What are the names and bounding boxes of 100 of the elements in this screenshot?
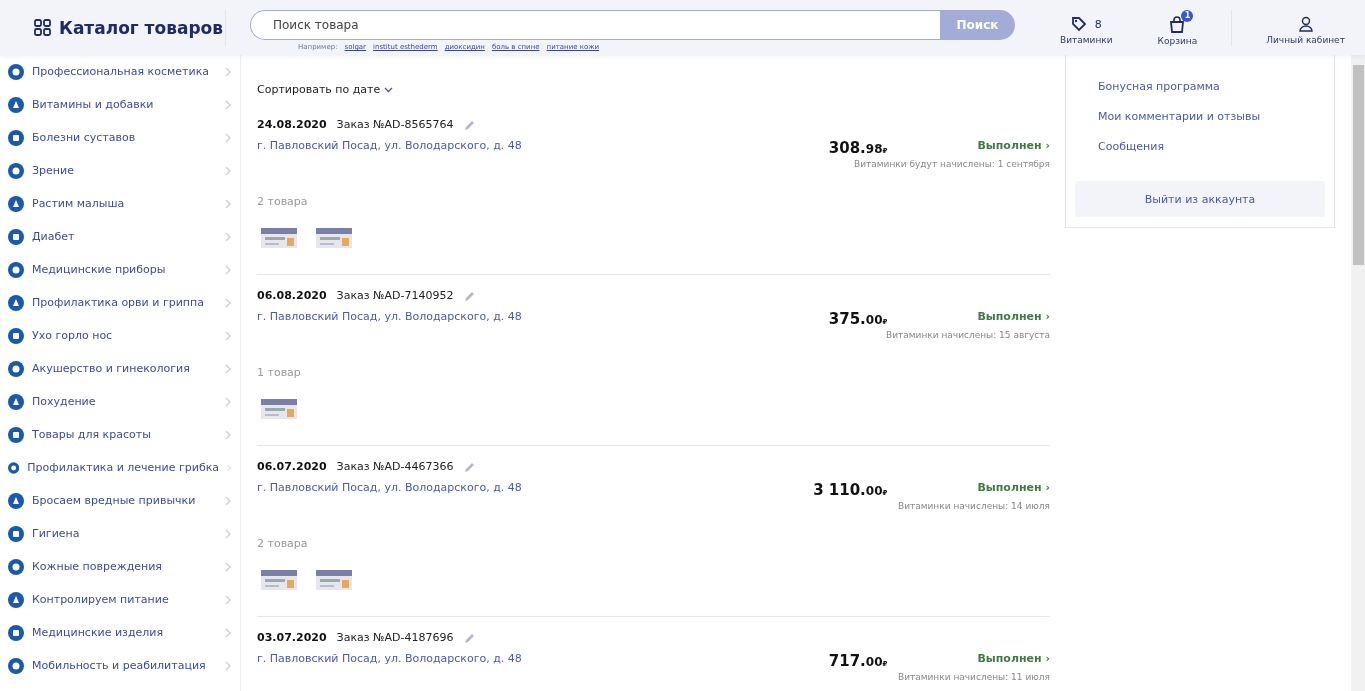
item-count: 2 товара — [257, 195, 309, 208]
category-link[interactable]: Профессиональная косметика — [0, 55, 240, 88]
category-link[interactable]: Болезни суставов — [0, 121, 240, 154]
category-link[interactable]: Витамины и добавки — [0, 88, 240, 121]
delivery-address[interactable]: г. Павловский Посад, ул. Володарского, д. 48 — [257, 652, 829, 682]
bag-icon — [1169, 15, 1186, 33]
category-link[interactable]: Мобильность и реабилитация — [0, 649, 240, 682]
menu-link[interactable]: Сообщения — [1075, 131, 1325, 161]
delivery-address[interactable]: г. Павловский Посад, ул. Володарского, д. 48 — [257, 139, 829, 169]
account-button[interactable]: Личный кабинет — [1266, 10, 1345, 45]
chevron-icon — [225, 297, 232, 308]
round-badge-icon — [8, 558, 24, 575]
status-link[interactable]: Выполнен › — [977, 139, 1050, 152]
order-date: 06.07.2020 — [257, 460, 327, 473]
category-link[interactable]: Бросаем вредные привычки — [0, 484, 240, 517]
category-link[interactable]: Медицинские приборы — [0, 253, 240, 286]
category-link[interactable]: Товары для красоты — [0, 418, 240, 451]
tag-icon — [1070, 16, 1087, 32]
round-badge-icon — [8, 228, 24, 245]
chevron-icon — [225, 66, 232, 77]
round-badge-icon — [8, 195, 24, 212]
pencil-icon[interactable] — [463, 118, 476, 131]
chevron-icon — [225, 330, 232, 341]
category-link[interactable]: Акушерство и гинекология — [0, 352, 240, 385]
vitamins-note: Витаминки начислены: 15 августа — [885, 330, 1050, 340]
order-date: 03.07.2020 — [257, 631, 327, 644]
delivery-address[interactable]: г. Павловский Посад, ул. Володарского, д. 48 — [257, 310, 829, 340]
vitamins-note: Витаминки будут начислены: 1 сентября — [854, 159, 1050, 169]
chevron-icon — [225, 264, 232, 275]
item-count: 2 товара — [257, 537, 309, 550]
round-badge-icon — [8, 393, 24, 410]
logout-button[interactable]: Выйти из аккаунта — [1075, 181, 1325, 217]
round-badge-icon — [8, 294, 24, 311]
chevron-icon — [227, 462, 232, 473]
status-link[interactable]: Выполнен › — [977, 652, 1050, 665]
round-badge-icon — [8, 657, 24, 674]
order-number: Заказ №AD-4467366 — [336, 460, 454, 473]
round-badge-icon — [8, 261, 24, 278]
chevron-icon — [225, 429, 232, 440]
round-badge-icon — [8, 327, 24, 344]
pencil-icon[interactable] — [463, 289, 476, 302]
item-count: 1 товар — [257, 366, 302, 379]
category-link[interactable]: Зрение — [0, 154, 240, 187]
caret-icon — [384, 86, 394, 93]
menu-link[interactable]: Бонусная программа — [1075, 71, 1325, 101]
order-number: Заказ №AD-7140952 — [336, 289, 454, 302]
chevron-icon — [225, 363, 232, 374]
round-badge-icon — [8, 360, 24, 377]
chevron-icon — [225, 660, 232, 671]
category-link[interactable]: Профилактика орви и гриппа — [0, 286, 240, 319]
category-link[interactable]: Гигиена — [0, 517, 240, 550]
order-date: 06.08.2020 — [257, 289, 327, 302]
chevron-icon — [225, 198, 232, 209]
cart-badge: 1 — [1181, 9, 1194, 22]
chevron-icon — [225, 528, 232, 539]
round-badge-icon — [8, 162, 24, 179]
round-badge-icon — [8, 591, 24, 608]
chevron-icon — [225, 627, 232, 638]
user-icon — [1298, 16, 1313, 32]
chevron-icon — [225, 132, 232, 143]
vitamins-note: Витаминки начислены: 11 июля — [897, 672, 1050, 682]
category-link[interactable]: Ухо горло нос — [0, 319, 240, 352]
chevron-icon — [225, 99, 232, 110]
round-badge-icon — [8, 129, 24, 146]
cart-button[interactable]: 1 Корзина — [1157, 9, 1198, 46]
category-link[interactable]: Растим малыша — [0, 187, 240, 220]
chevron-icon — [225, 165, 232, 176]
chevron-icon — [225, 396, 232, 407]
menu-link[interactable]: Мои комментарии и отзывы — [1075, 101, 1325, 131]
order-number: Заказ №AD-8565764 — [336, 118, 454, 131]
category-link[interactable]: Кожные повреждения — [0, 550, 240, 583]
scrollbar[interactable] — [1351, 55, 1365, 691]
round-badge-icon — [8, 63, 24, 80]
grid-icon — [34, 19, 51, 36]
status-link[interactable]: Выполнен › — [977, 481, 1050, 494]
status-link[interactable]: Выполнен › — [977, 310, 1050, 323]
category-link[interactable]: Профилактика и лечение грибка — [0, 451, 240, 484]
order-date: 24.08.2020 — [257, 118, 327, 131]
round-badge-icon — [8, 96, 24, 113]
category-link[interactable]: Медицинские изделия — [0, 616, 240, 649]
chevron-icon — [225, 594, 232, 605]
category-link[interactable]: Контролируем питание — [0, 583, 240, 616]
chevron-icon — [225, 231, 232, 242]
delivery-address[interactable]: г. Павловский Посад, ул. Володарского, д. 48 — [257, 481, 814, 511]
catalog-title[interactable]: Каталог товаров — [59, 17, 223, 38]
chevron-icon — [225, 495, 232, 506]
pencil-icon[interactable] — [463, 460, 476, 473]
pencil-icon[interactable] — [463, 631, 476, 644]
order-number: Заказ №AD-4187696 — [336, 631, 454, 644]
round-badge-icon — [8, 624, 24, 641]
round-badge-icon — [8, 426, 24, 443]
vitamins-button[interactable]: 8 Витаминки — [1060, 10, 1113, 45]
sort-dropdown[interactable]: Сортировать по дате — [257, 83, 394, 96]
search-field[interactable]: Поиск товара — [250, 10, 940, 40]
vitamins-note: Витаминки начислены: 14 июля — [897, 501, 1050, 511]
round-badge-icon — [8, 525, 24, 542]
category-link[interactable]: Диабет — [0, 220, 240, 253]
round-badge-icon — [8, 492, 24, 509]
round-badge-icon — [8, 459, 20, 476]
category-link[interactable]: Похудение — [0, 385, 240, 418]
